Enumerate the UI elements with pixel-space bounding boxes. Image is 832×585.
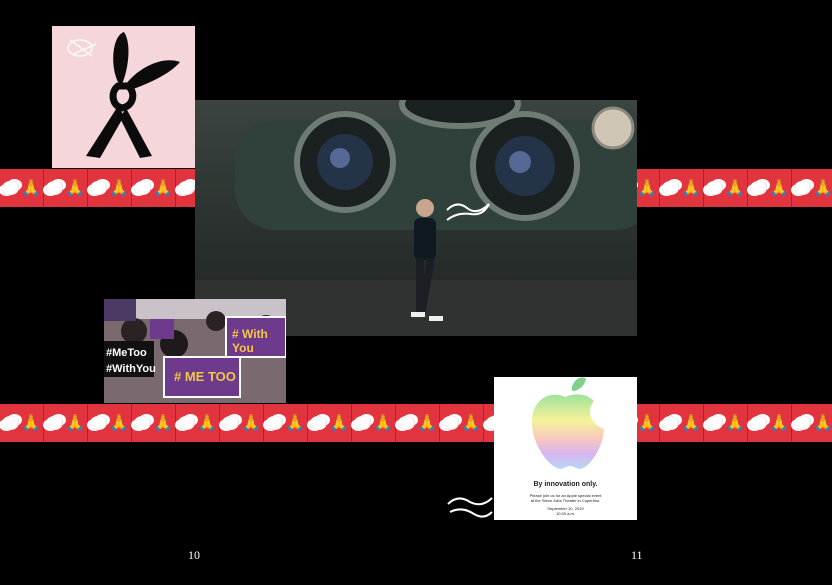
- cloud-icon: [134, 416, 152, 430]
- emoji-tile: 🙏: [748, 169, 792, 207]
- praying-hands-icon: 🙏: [153, 178, 173, 197]
- emoji-tile: 🙏: [132, 169, 176, 207]
- cloud-icon: [750, 416, 768, 430]
- cloud-icon: [354, 416, 372, 430]
- cloud-icon: [46, 416, 64, 430]
- emoji-tile: 🙏: [132, 404, 176, 442]
- praying-hands-icon: 🙏: [637, 413, 657, 432]
- cloud-icon: [662, 416, 680, 430]
- emoji-tile: 🙏: [44, 404, 88, 442]
- praying-hands-icon: 🙏: [813, 413, 832, 432]
- emoji-band-bottom: 🙏🙏🙏🙏🙏🙏🙏🙏🙏🙏🙏🙏🙏🙏🙏🙏🙏🙏🙏: [0, 404, 832, 442]
- emoji-tile: 🙏: [308, 404, 352, 442]
- invite-body-line2: at the Steve Jobs Theater in Cupertino.: [530, 498, 601, 503]
- cloud-icon: [750, 181, 768, 195]
- apple-event-invite-image: By innovation only. Please join us for a…: [494, 377, 637, 520]
- emoji-tile: 🙏: [0, 169, 44, 207]
- praying-hands-icon: 🙏: [681, 178, 701, 197]
- emoji-tile: 🙏: [88, 404, 132, 442]
- page-number-left: 10: [188, 548, 200, 562]
- praying-hands-icon: 🙏: [417, 413, 437, 432]
- praying-hands-icon: 🙏: [65, 178, 85, 197]
- emoji-tile: 🙏: [44, 169, 88, 207]
- metoo-protest-image: #MeToo #WithYou # With You # ME TOO: [104, 299, 286, 403]
- emoji-tile: 🙏: [660, 404, 704, 442]
- emoji-tile: 🙏: [704, 404, 748, 442]
- cloud-icon: [266, 416, 284, 430]
- cloud-icon: [662, 181, 680, 195]
- emoji-tile: 🙏: [792, 169, 832, 207]
- emoji-tile: 🙏: [264, 404, 308, 442]
- cloud-icon: [178, 416, 196, 430]
- emoji-tile: 🙏: [176, 404, 220, 442]
- praying-hands-icon: 🙏: [109, 178, 129, 197]
- emoji-tile: 🙏: [352, 404, 396, 442]
- praying-hands-icon: 🙏: [637, 178, 657, 197]
- emoji-tile: 🙏: [704, 169, 748, 207]
- praying-hands-icon: 🙏: [65, 413, 85, 432]
- cloud-icon: [706, 181, 724, 195]
- emoji-tile: 🙏: [220, 404, 264, 442]
- praying-hands-icon: 🙏: [769, 413, 789, 432]
- praying-hands-icon: 🙏: [461, 413, 481, 432]
- black-ribbon-icon: [67, 32, 180, 158]
- emoji-tile: 🙏: [440, 404, 484, 442]
- cloud-icon: [442, 416, 460, 430]
- praying-hands-icon: 🙏: [285, 413, 305, 432]
- cloud-icon: [222, 416, 240, 430]
- emoji-tile: 🙏: [792, 404, 832, 442]
- emoji-tile: 🙏: [88, 169, 132, 207]
- praying-hands-icon: 🙏: [197, 413, 217, 432]
- scribble-decoration: [447, 497, 493, 518]
- praying-hands-icon: 🙏: [109, 413, 129, 432]
- cloud-icon: [46, 181, 64, 195]
- praying-hands-icon: 🙏: [241, 413, 261, 432]
- cloud-icon: [2, 181, 20, 195]
- cloud-icon: [310, 416, 328, 430]
- praying-hands-icon: 🙏: [21, 178, 41, 197]
- praying-hands-icon: 🙏: [813, 178, 832, 197]
- sign-hashtag-withyou: #WithYou: [106, 363, 156, 375]
- cloud-icon: [178, 181, 196, 195]
- emoji-tile: 🙏: [660, 169, 704, 207]
- emoji-tile: 🙏: [0, 404, 44, 442]
- emoji-tile: 🙏: [748, 404, 792, 442]
- cloud-icon: [706, 416, 724, 430]
- ribbon-image: [52, 26, 195, 168]
- praying-hands-icon: 🙏: [769, 178, 789, 197]
- emoji-tile: 🙏: [396, 404, 440, 442]
- cloud-icon: [398, 416, 416, 430]
- praying-hands-icon: 🙏: [153, 413, 173, 432]
- cloud-icon: [794, 181, 812, 195]
- praying-hands-icon: 🙏: [21, 413, 41, 432]
- invite-time: 10:00 a.m.: [556, 511, 575, 516]
- praying-hands-icon: 🙏: [681, 413, 701, 432]
- sign-me-too: # ME TOO: [174, 369, 236, 384]
- praying-hands-icon: 🙏: [725, 178, 745, 197]
- praying-hands-icon: 🙏: [725, 413, 745, 432]
- sign-with-you: # With You: [232, 327, 268, 355]
- sign-hashtag-metoo: #MeToo: [106, 347, 147, 359]
- cloud-icon: [794, 416, 812, 430]
- praying-hands-icon: 🙏: [329, 413, 349, 432]
- cloud-icon: [90, 416, 108, 430]
- invite-headline: By innovation only.: [533, 481, 598, 488]
- cloud-icon: [90, 181, 108, 195]
- page-number-right: 11: [631, 548, 643, 562]
- praying-hands-icon: 🙏: [373, 413, 393, 432]
- cloud-icon: [2, 416, 20, 430]
- cloud-icon: [134, 181, 152, 195]
